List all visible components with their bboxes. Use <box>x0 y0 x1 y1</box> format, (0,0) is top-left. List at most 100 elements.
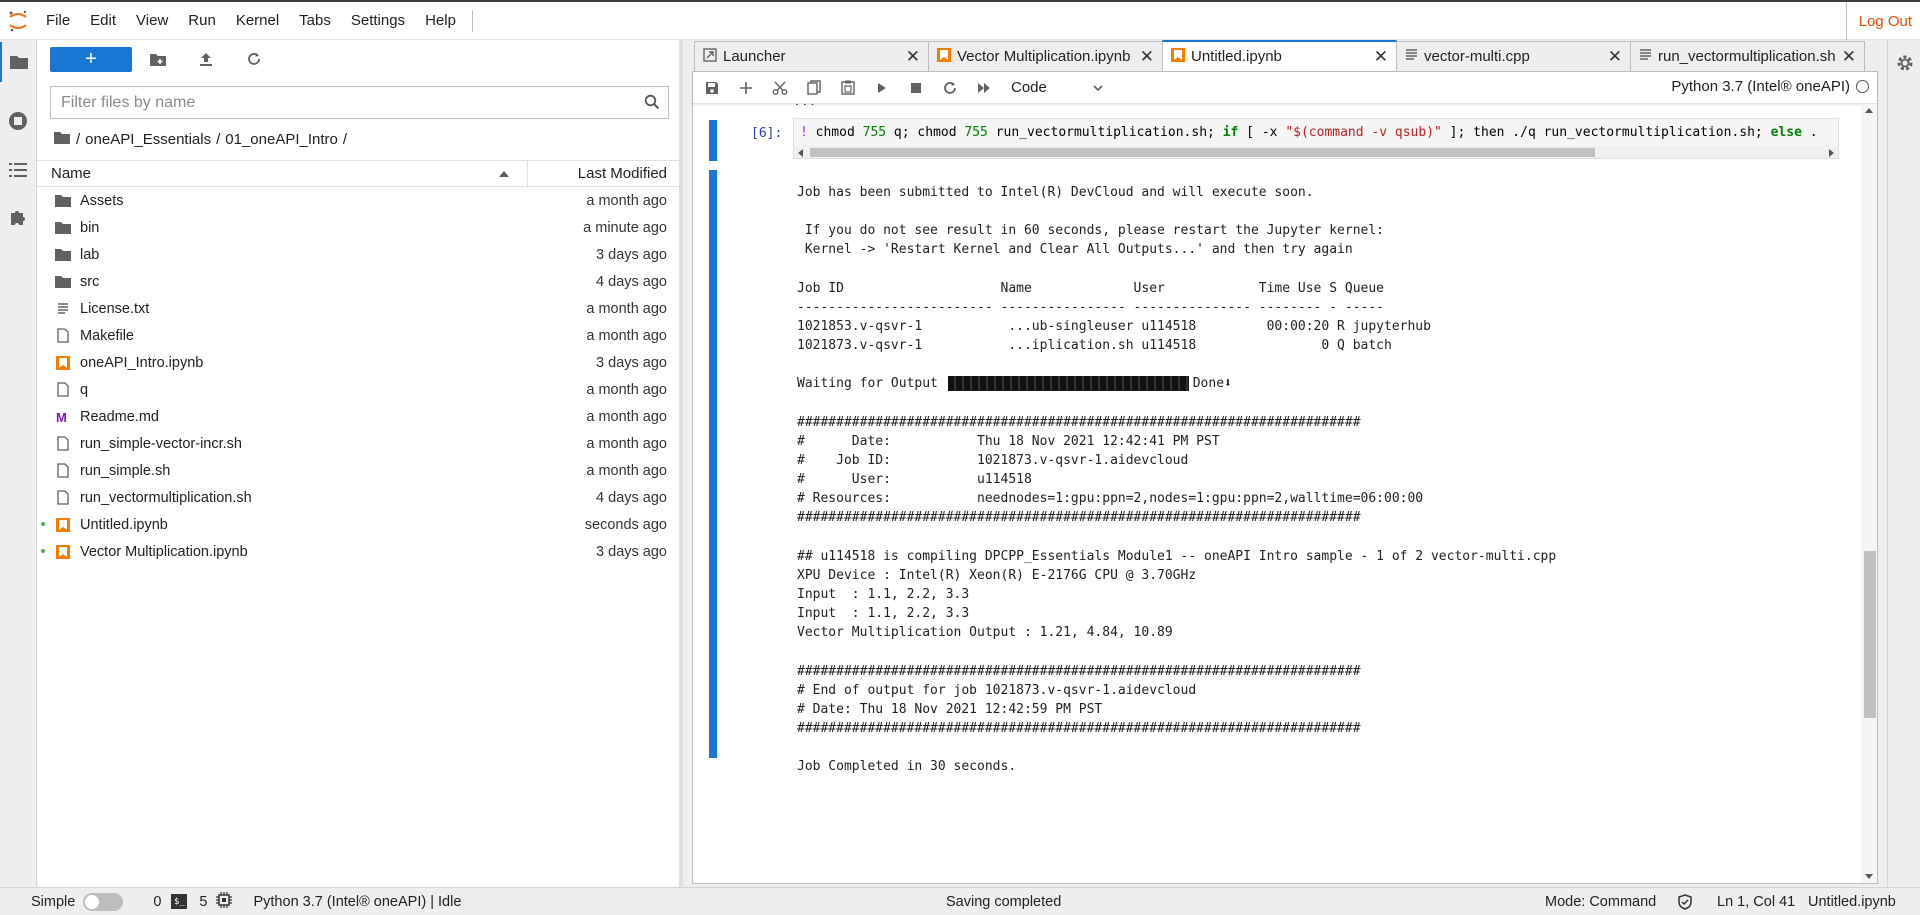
breadcrumb-item-oneapi-essentials[interactable]: oneAPI_Essentials <box>85 131 211 148</box>
file-modified: 3 days ago <box>596 543 667 560</box>
tab-vector-multi-cpp[interactable]: vector-multi.cpp ✕ <box>1396 41 1631 71</box>
filter-files-field[interactable] <box>50 86 669 119</box>
file-list-item[interactable]: Makefile a month ago <box>37 322 679 349</box>
scrollbar-thumb[interactable] <box>810 148 1595 157</box>
file-list-item[interactable]: bin a minute ago <box>37 214 679 241</box>
file-name: bin <box>80 219 100 236</box>
kernel-count-value: 5 <box>199 893 208 910</box>
running-sessions-icon[interactable] <box>0 101 36 141</box>
cell-output: Job has been submitted to Intel(R) DevCl… <box>797 183 1556 776</box>
menu-settings[interactable]: Settings <box>341 2 415 40</box>
breadcrumb-home-folder-icon[interactable] <box>54 131 70 148</box>
file-modified: a month ago <box>586 462 667 479</box>
breadcrumb-item-01-oneapi-intro[interactable]: 01_oneAPI_Intro <box>225 131 338 148</box>
file-list-item[interactable]: q a month ago <box>37 376 679 403</box>
file-list-item[interactable]: src 4 days ago <box>37 268 679 295</box>
copy-icon[interactable] <box>797 76 831 100</box>
paste-icon[interactable] <box>831 76 865 100</box>
file-name: Makefile <box>80 327 134 344</box>
close-icon[interactable]: ✕ <box>1140 47 1154 67</box>
close-icon[interactable]: ✕ <box>1842 47 1856 67</box>
tab-untitled[interactable]: Untitled.ipynb ✕ <box>1162 40 1397 71</box>
file-list-item[interactable]: Assets a month ago <box>37 187 679 214</box>
menu-run[interactable]: Run <box>178 2 226 40</box>
file-list-item[interactable]: Untitled.ipynb seconds ago <box>37 511 679 538</box>
kernel-count[interactable]: 5 <box>199 891 233 912</box>
scroll-up-icon[interactable] <box>1865 108 1873 113</box>
kernel-indicator[interactable]: Python 3.7 (Intel® oneAPI) <box>1671 78 1869 95</box>
insert-cell-icon[interactable] <box>729 76 763 100</box>
cell-type-dropdown[interactable]: Code <box>1011 79 1103 96</box>
file-list-item[interactable]: Vector Multiplication.ipynb 3 days ago <box>37 538 679 565</box>
file-icon <box>54 435 71 452</box>
input-collapser[interactable] <box>709 120 717 161</box>
file-list-item[interactable]: oneAPI_Intro.ipynb 3 days ago <box>37 349 679 376</box>
new-launcher-button[interactable]: + <box>50 46 132 72</box>
file-list-item[interactable]: M Readme.md a month ago <box>37 403 679 430</box>
close-icon[interactable]: ✕ <box>1608 47 1622 67</box>
column-header-name[interactable]: Name <box>37 161 528 186</box>
restart-kernel-icon[interactable] <box>933 76 967 100</box>
menu-kernel[interactable]: Kernel <box>226 2 289 40</box>
tab-run-vectormultiplication[interactable]: run_vectormultiplication.sh ✕ <box>1630 41 1865 71</box>
output-line: # End of output for job 1021873.v-qsvr-1… <box>797 682 1197 698</box>
scroll-down-icon[interactable] <box>1865 874 1873 879</box>
code-token: . <box>1801 125 1818 140</box>
cut-icon[interactable] <box>763 76 797 100</box>
logout-button[interactable]: Log Out <box>1845 2 1920 40</box>
scrollbar-thumb[interactable] <box>1864 551 1876 718</box>
tab-vector-multiplication[interactable]: Vector Multiplication.ipynb ✕ <box>928 41 1163 71</box>
file-icon <box>54 489 71 506</box>
run-icon[interactable] <box>865 76 899 100</box>
file-list-item[interactable]: run_simple-vector-incr.sh a month ago <box>37 430 679 457</box>
horizontal-scrollbar[interactable] <box>794 146 1838 158</box>
simple-mode-toggle[interactable]: Simple <box>31 892 124 911</box>
menu-view[interactable]: View <box>126 2 178 40</box>
input-prompt: [6]: <box>751 126 783 141</box>
property-inspector-gear-icon[interactable] <box>1895 53 1915 78</box>
restart-run-all-icon[interactable] <box>967 76 1001 100</box>
folder-icon <box>54 246 71 263</box>
menu-tabs[interactable]: Tabs <box>289 2 341 40</box>
file-name: Readme.md <box>80 408 159 425</box>
file-list-item[interactable]: run_simple.sh a month ago <box>37 457 679 484</box>
code-editor[interactable]: ! chmod 755 q; chmod 755 run_vectormulti… <box>793 118 1839 159</box>
refresh-icon[interactable] <box>230 47 278 72</box>
cursor-position[interactable]: Ln 1, Col 41 <box>1717 894 1795 910</box>
toggle-switch[interactable] <box>83 892 124 911</box>
save-icon[interactable] <box>695 76 729 100</box>
output-progress-bar <box>947 376 1189 392</box>
file-browser-tab-icon[interactable] <box>0 42 36 82</box>
file-name: run_vectormultiplication.sh <box>80 489 252 506</box>
vertical-scrollbar[interactable] <box>1861 104 1877 883</box>
output-line: # User: u114518 <box>797 472 1032 488</box>
file-list-item[interactable]: run_vectormultiplication.sh 4 days ago <box>37 484 679 511</box>
scroll-left-icon[interactable] <box>798 149 803 157</box>
output-collapser[interactable] <box>709 170 717 758</box>
table-of-contents-icon[interactable] <box>0 150 36 190</box>
file-browser-toolbar: + <box>37 40 679 78</box>
filter-files-input[interactable] <box>61 93 621 112</box>
upload-icon[interactable] <box>182 47 230 72</box>
menu-file[interactable]: File <box>36 2 80 40</box>
file-list-item[interactable]: License.txt a month ago <box>37 295 679 322</box>
folder-icon <box>54 219 71 236</box>
scroll-right-icon[interactable] <box>1829 149 1834 157</box>
menu-edit[interactable]: Edit <box>80 2 126 40</box>
close-icon[interactable]: ✕ <box>906 47 920 67</box>
trusted-shield-icon[interactable] <box>1678 893 1692 910</box>
tab-launcher[interactable]: Launcher ✕ <box>694 41 929 71</box>
tab-label: run_vectormultiplication.sh <box>1658 48 1836 65</box>
column-header-last-modified[interactable]: Last Modified <box>528 165 679 182</box>
menu-help[interactable]: Help <box>415 2 466 40</box>
file-list-item[interactable]: lab 3 days ago <box>37 241 679 268</box>
terminal-count[interactable]: 0 $_ <box>153 894 188 910</box>
stop-icon[interactable] <box>899 76 933 100</box>
tab-label: Launcher <box>723 48 786 65</box>
new-folder-icon[interactable] <box>134 47 182 72</box>
close-icon[interactable]: ✕ <box>1374 47 1388 67</box>
kernel-status[interactable]: Python 3.7 (Intel® oneAPI) | Idle <box>253 894 461 910</box>
extension-manager-icon[interactable] <box>0 198 36 238</box>
running-indicator <box>41 549 45 553</box>
svg-text:M: M <box>56 410 67 424</box>
